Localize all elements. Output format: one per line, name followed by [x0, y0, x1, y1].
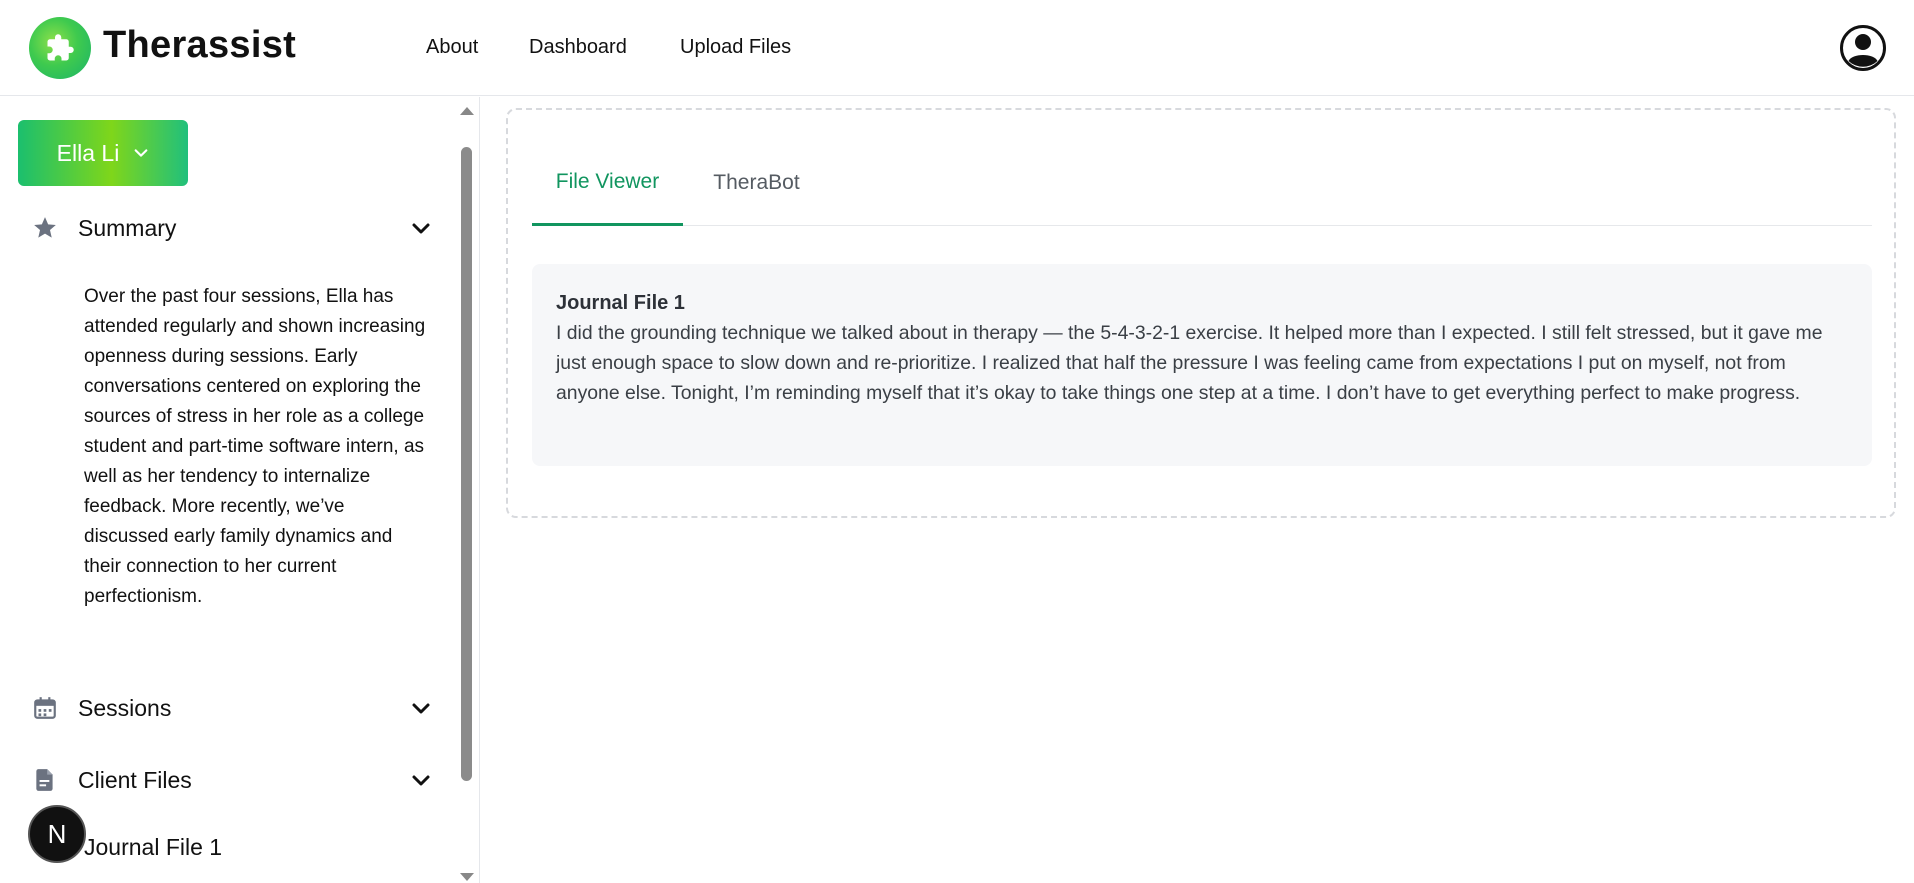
- sessions-label: Sessions: [78, 694, 172, 721]
- journal-title: Journal File 1: [556, 292, 685, 314]
- user-circle-icon: [1840, 25, 1886, 71]
- chevron-down-icon: [134, 149, 148, 157]
- sidebar-scrollbar[interactable]: [458, 97, 474, 883]
- summary-text: Over the past four sessions, Ella has at…: [84, 286, 426, 607]
- client-selector-button[interactable]: Ella Li: [18, 120, 188, 186]
- file-icon: [28, 763, 62, 797]
- scroll-up-arrow-icon[interactable]: [460, 107, 474, 115]
- nav-upload-files[interactable]: Upload Files: [680, 36, 791, 59]
- chevron-down-icon: [412, 223, 430, 234]
- chevron-down-icon: [412, 703, 430, 714]
- scroll-down-arrow-icon[interactable]: [460, 873, 474, 881]
- logo-puzzle-icon[interactable]: [29, 17, 91, 79]
- dev-tools-badge[interactable]: N: [28, 805, 86, 863]
- app-title: Therassist: [103, 24, 297, 66]
- scroll-thumb[interactable]: [461, 147, 472, 781]
- journal-body: I did the grounding technique we talked …: [556, 322, 1823, 404]
- journal-file-card: Journal File 1 I did the grounding techn…: [532, 264, 1872, 466]
- tab-therabot[interactable]: TheraBot: [683, 140, 830, 226]
- client-files-section-toggle[interactable]: Client Files: [28, 760, 433, 800]
- chevron-down-icon: [412, 775, 430, 786]
- tab-bar: File Viewer TheraBot: [532, 140, 1872, 226]
- client-name: Ella Li: [56, 139, 120, 166]
- star-icon: [28, 211, 62, 245]
- summary-section-toggle[interactable]: Summary: [28, 208, 433, 248]
- client-sidebar: Ella Li Summary Over the past four sessi…: [0, 97, 480, 883]
- client-files-label: Client Files: [78, 766, 192, 793]
- top-header: Therassist About Dashboard Upload Files: [0, 0, 1914, 96]
- profile-button[interactable]: [1840, 25, 1886, 71]
- calendar-icon: [28, 691, 62, 725]
- tab-file-viewer[interactable]: File Viewer: [532, 140, 683, 226]
- puzzle-icon: [47, 34, 74, 61]
- sessions-section-toggle[interactable]: Sessions: [28, 688, 433, 728]
- file-viewer-panel: File Viewer TheraBot Journal File 1 I di…: [506, 108, 1896, 518]
- nav-dashboard[interactable]: Dashboard: [529, 36, 627, 59]
- nav-about[interactable]: About: [426, 36, 478, 59]
- file-item-journal-1[interactable]: Journal File 1: [84, 834, 222, 861]
- summary-label: Summary: [78, 214, 177, 241]
